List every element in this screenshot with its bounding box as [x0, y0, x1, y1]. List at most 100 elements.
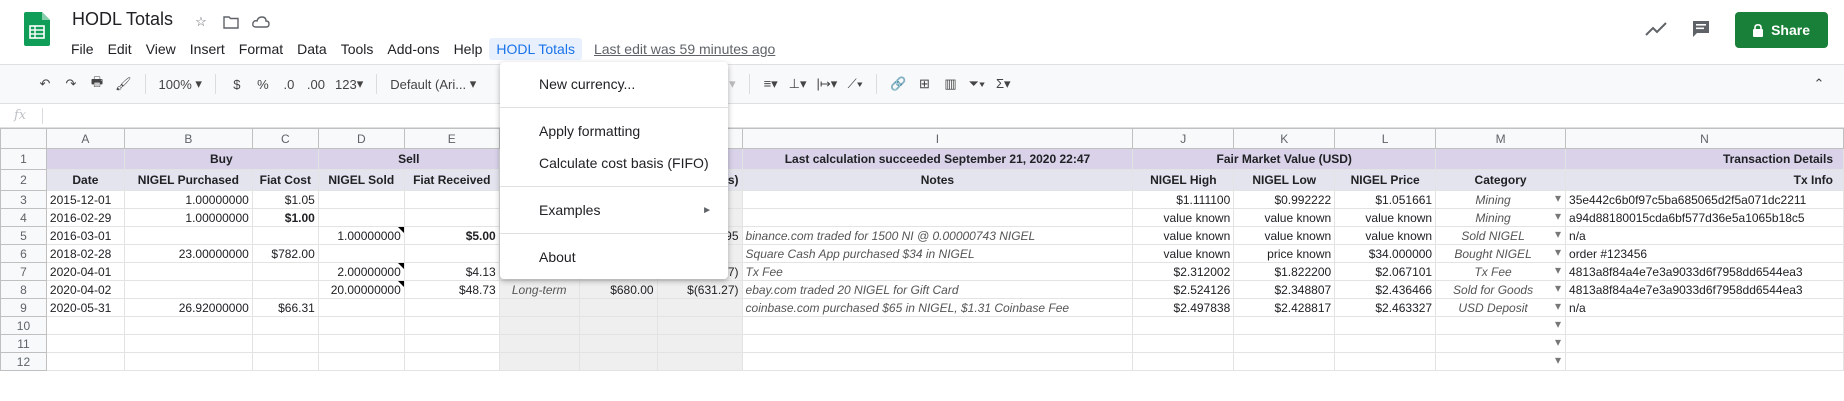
sold-cell[interactable]: 2.00000000: [317, 262, 405, 281]
notes-cell[interactable]: [741, 334, 1134, 353]
row-header[interactable]: 10: [0, 316, 47, 335]
menu-new-currency[interactable]: New currency...: [500, 68, 728, 100]
high-cell[interactable]: $2.524126: [1132, 280, 1235, 299]
proceeds-cell[interactable]: [578, 316, 658, 335]
activity-trend-icon[interactable]: [1645, 21, 1667, 39]
high-column-title[interactable]: NIGEL High: [1132, 169, 1235, 191]
notes-cell[interactable]: [741, 190, 1134, 209]
low-column-title[interactable]: NIGEL Low: [1233, 169, 1336, 191]
category-cell[interactable]: Mining: [1435, 190, 1567, 209]
txinfo-cell[interactable]: 4813a8f84a4e7e3a9033d6f7958dd6544ea3: [1565, 280, 1844, 299]
column-header[interactable]: A: [45, 128, 125, 149]
date-cell[interactable]: [45, 334, 125, 353]
collapse-toolbar-icon[interactable]: ⌃: [1808, 72, 1830, 96]
low-cell[interactable]: price known: [1233, 244, 1336, 263]
paint-format-icon[interactable]: 🖌: [112, 72, 135, 96]
category-cell[interactable]: Mining: [1435, 208, 1567, 227]
gains-cell[interactable]: $(631.27): [656, 280, 743, 299]
menu-view[interactable]: View: [139, 38, 183, 60]
high-cell[interactable]: [1132, 352, 1235, 371]
move-folder-icon[interactable]: [221, 12, 241, 32]
column-header[interactable]: C: [251, 128, 319, 149]
formula-input[interactable]: [43, 104, 1844, 127]
category-cell[interactable]: USD Deposit: [1435, 298, 1567, 317]
sold-cell[interactable]: [317, 244, 405, 263]
cloud-status-icon[interactable]: [251, 12, 271, 32]
increase-decimal-button[interactable]: .00: [304, 72, 328, 96]
high-cell[interactable]: $2.497838: [1132, 298, 1235, 317]
category-column-title[interactable]: Category: [1435, 169, 1567, 191]
fiat-cost-cell[interactable]: [251, 262, 319, 281]
menu-insert[interactable]: Insert: [183, 38, 232, 60]
insert-link-icon[interactable]: 🔗: [887, 72, 909, 96]
zoom-select[interactable]: 100% ▾: [156, 72, 205, 96]
menu-hodl-totals[interactable]: HODL Totals: [489, 38, 582, 60]
sold-cell[interactable]: [317, 190, 405, 209]
insert-chart-icon[interactable]: ▥: [939, 72, 961, 96]
fiat-cost-cell[interactable]: [251, 352, 319, 371]
fiat-cost-cell[interactable]: $1.05: [251, 190, 319, 209]
vertical-align-icon[interactable]: ⊥▾: [786, 72, 810, 96]
gains-cell[interactable]: [656, 352, 743, 371]
column-header[interactable]: M: [1435, 128, 1567, 149]
column-header[interactable]: N: [1565, 128, 1844, 149]
fiat-cost-cell[interactable]: [251, 334, 319, 353]
group-header-cell[interactable]: [45, 148, 125, 170]
price-column-title[interactable]: NIGEL Price: [1334, 169, 1437, 191]
document-title[interactable]: HODL Totals: [72, 9, 173, 30]
txinfo-cell[interactable]: n/a: [1565, 226, 1844, 245]
fiat-received-column-title[interactable]: Fiat Received: [403, 169, 500, 191]
row-header[interactable]: 3: [0, 190, 47, 209]
fair-market-value-header[interactable]: Fair Market Value (USD): [1132, 148, 1437, 170]
menu-format[interactable]: Format: [232, 38, 290, 60]
txinfo-cell[interactable]: n/a: [1565, 298, 1844, 317]
buy-group-header[interactable]: Buy: [123, 148, 319, 170]
date-cell[interactable]: 2020-04-01: [45, 262, 125, 281]
category-cell[interactable]: Bought NIGEL: [1435, 244, 1567, 263]
fiat-received-cell[interactable]: [403, 334, 500, 353]
category-cell[interactable]: [1435, 352, 1567, 371]
gains-cell[interactable]: [656, 316, 743, 335]
sold-cell[interactable]: 20.00000000: [317, 280, 405, 299]
menu-data[interactable]: Data: [290, 38, 334, 60]
purchased-cell[interactable]: 23.00000000: [123, 244, 253, 263]
more-formats-select[interactable]: 123 ▾: [332, 72, 366, 96]
purchased-cell[interactable]: [123, 352, 253, 371]
row-header[interactable]: 12: [0, 352, 47, 371]
fiat-received-cell[interactable]: $4.13: [403, 262, 500, 281]
price-cell[interactable]: [1334, 316, 1437, 335]
notes-cell[interactable]: [741, 352, 1134, 371]
fiat-received-cell[interactable]: [403, 316, 500, 335]
menu-about[interactable]: About: [500, 241, 728, 273]
menu-file[interactable]: File: [64, 38, 101, 60]
date-column-title[interactable]: Date: [45, 169, 125, 191]
high-cell[interactable]: [1132, 316, 1235, 335]
date-cell[interactable]: 2020-05-31: [45, 298, 125, 317]
column-header[interactable]: K: [1233, 128, 1336, 149]
gains-cell[interactable]: [656, 298, 743, 317]
row-header[interactable]: 11: [0, 334, 47, 353]
category-cell[interactable]: Sold NIGEL: [1435, 226, 1567, 245]
fiat-cost-cell[interactable]: $1.00: [251, 208, 319, 227]
fiat-cost-cell[interactable]: [251, 316, 319, 335]
row-header[interactable]: 5: [0, 226, 47, 245]
column-header[interactable]: B: [123, 128, 253, 149]
notes-cell[interactable]: coinbase.com purchased $65 in NIGEL, $1.…: [741, 298, 1134, 317]
font-select[interactable]: Default (Ari... ▾: [387, 72, 487, 96]
notes-column-title[interactable]: Notes: [741, 169, 1134, 191]
text-wrap-icon[interactable]: |↦▾: [814, 72, 841, 96]
low-cell[interactable]: $0.992222: [1233, 190, 1336, 209]
category-cell[interactable]: Tx Fee: [1435, 262, 1567, 281]
term-cell[interactable]: [498, 334, 580, 353]
date-cell[interactable]: [45, 352, 125, 371]
menu-addons[interactable]: Add-ons: [380, 38, 446, 60]
undo-icon[interactable]: ↶: [34, 72, 56, 96]
comments-icon[interactable]: [1691, 19, 1711, 42]
high-cell[interactable]: [1132, 334, 1235, 353]
fiat-received-cell[interactable]: [403, 208, 500, 227]
price-cell[interactable]: [1334, 352, 1437, 371]
fiat-cost-column-title[interactable]: Fiat Cost: [251, 169, 319, 191]
notes-cell[interactable]: binance.com traded for 1500 NI @ 0.00000…: [741, 226, 1134, 245]
notes-cell[interactable]: Square Cash App purchased $34 in NIGEL: [741, 244, 1134, 263]
price-cell[interactable]: $2.436466: [1334, 280, 1437, 299]
